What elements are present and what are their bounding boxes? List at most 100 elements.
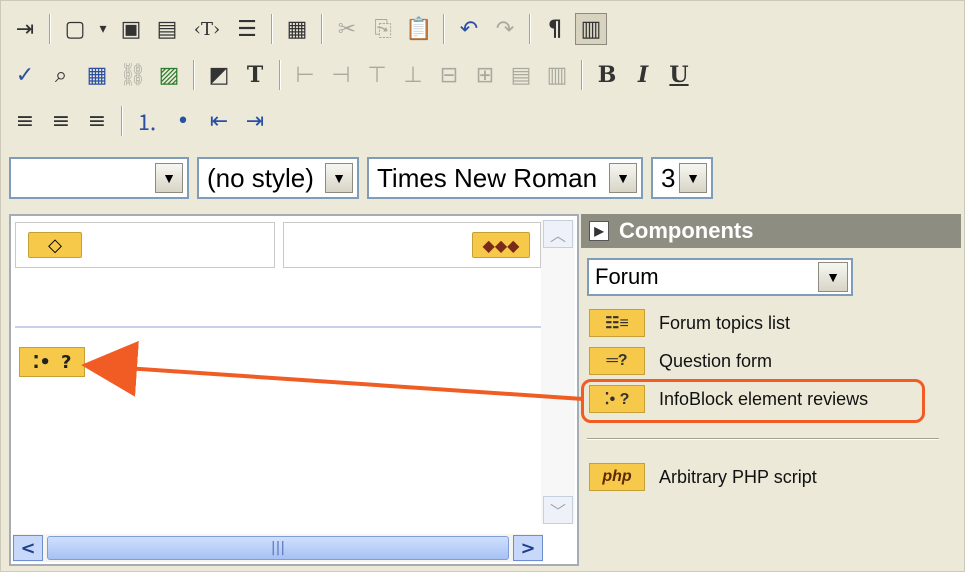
insert-image-icon[interactable]: ▨ (153, 59, 185, 91)
panel-divider (587, 438, 939, 440)
scroll-left-icon[interactable]: < (13, 535, 43, 561)
template-tag-icon[interactable]: ‹T› (187, 13, 227, 45)
component-label: Question form (659, 350, 773, 371)
template-cell-right[interactable]: ◆◆◆ (283, 222, 541, 268)
toolbar-separator (279, 60, 281, 90)
format-bar: ▼ (no style) ▼ Times New Roman ▼ 3 ▼ (9, 157, 713, 199)
paste-icon[interactable]: 📋 (403, 13, 435, 45)
toolbar-separator (581, 60, 583, 90)
inserted-reviews-component[interactable]: ⁚• ? (19, 347, 85, 377)
outdent-icon[interactable]: ⇤ (203, 105, 235, 137)
align-left-icon[interactable]: ≡ (9, 105, 41, 137)
dropdown-arrow-icon[interactable]: ▾ (95, 13, 111, 45)
insert-row-before-icon[interactable]: ⊢ (289, 59, 321, 91)
component-infoblock-element-reviews[interactable]: ⁚• ? InfoBlock element reviews (589, 384, 868, 414)
horizontal-scrollbar[interactable]: < ||| > (13, 534, 543, 562)
diamond-component-badge[interactable]: ◇ (28, 232, 82, 258)
bold-icon[interactable]: B (591, 59, 623, 91)
component-arbitrary-php-script[interactable]: php Arbitrary PHP script (589, 462, 817, 492)
insert-link-icon[interactable]: ⛓ (117, 59, 149, 91)
indent-icon[interactable]: ⇥ (239, 105, 271, 137)
paragraph-marks-icon[interactable]: ¶ (539, 13, 571, 45)
style-value: (no style) (207, 162, 314, 193)
undo-icon[interactable]: ↶ (453, 13, 485, 45)
spell-check-icon[interactable]: ✓ (9, 59, 41, 91)
new-document-icon[interactable]: ▢ (59, 13, 91, 45)
background-color-icon[interactable]: ◩ (203, 59, 235, 91)
template-cell-left[interactable]: ◇ (15, 222, 275, 268)
toolbar-separator (443, 14, 445, 44)
component-question-form[interactable]: ═? Question form (589, 346, 772, 376)
style-select[interactable]: (no style) ▼ (197, 157, 359, 199)
chevron-down-icon[interactable]: ▼ (818, 262, 848, 292)
font-family-select[interactable]: Times New Roman ▼ (367, 157, 643, 199)
scroll-thumb[interactable]: ||| (47, 536, 509, 560)
save-icon[interactable]: ▣ (115, 13, 147, 45)
insert-table-icon[interactable]: ▦ (81, 59, 113, 91)
component-label: InfoBlock element reviews (659, 388, 869, 409)
component-category-select[interactable]: Forum ▼ (587, 258, 853, 296)
scroll-up-icon[interactable]: ︿ (543, 220, 573, 248)
chevron-down-icon[interactable]: ▼ (679, 163, 707, 193)
text-color-icon[interactable]: T (239, 59, 271, 91)
multi-diamond-component-badge[interactable]: ◆◆◆ (472, 232, 530, 258)
toolbar-separator (121, 106, 123, 136)
font-family-value: Times New Roman (377, 162, 598, 193)
toolbar-separator (529, 14, 531, 44)
toolbar-row-3: ≡ ≡ ≡ ⒈ • ⇤ ⇥ (9, 99, 271, 143)
insert-row-after-icon[interactable]: ⊣ (325, 59, 357, 91)
component-category-value: Forum (595, 264, 659, 289)
dots-icon: ⁚• (32, 351, 51, 373)
insert-column-before-icon[interactable]: ⊤ (361, 59, 393, 91)
expand-toggle-icon[interactable]: ▶ (589, 221, 609, 241)
toolbar-separator (193, 60, 195, 90)
components-header[interactable]: ▶ Components (581, 214, 961, 248)
scroll-down-icon[interactable]: ﹀ (543, 496, 573, 524)
toolbar-row-1: ⇥ ▢ ▾ ▣ ▤ ‹T› ☰ ▦ ✂ ⎘ 📋 ↶ ↷ ¶ ▥ (9, 7, 607, 51)
show-borders-icon[interactable]: ▥ (575, 13, 607, 45)
delete-column-icon[interactable]: ⊞ (469, 59, 501, 91)
vertical-scrollbar[interactable]: ︿ ﹀ (541, 220, 575, 524)
toolbar-separator (49, 14, 51, 44)
save-as-icon[interactable]: ▤ (151, 13, 183, 45)
delete-row-icon[interactable]: ⊟ (433, 59, 465, 91)
toolbar-separator (271, 14, 273, 44)
template-header-row: ◇ ◆◆◆ (15, 222, 541, 268)
merge-cells-icon[interactable]: ▤ (505, 59, 537, 91)
copy-icon[interactable]: ⎘ (367, 13, 399, 45)
align-right-icon[interactable]: ≡ (81, 105, 113, 137)
cut-icon[interactable]: ✂ (331, 13, 363, 45)
chevron-down-icon[interactable]: ▼ (609, 163, 637, 193)
scroll-right-icon[interactable]: > (513, 535, 543, 561)
font-size-value: 3 (661, 162, 676, 193)
font-size-select[interactable]: 3 ▼ (651, 157, 713, 199)
find-icon[interactable]: ⌕ (45, 59, 77, 91)
underline-icon[interactable]: U (663, 59, 695, 91)
html-editor-window: ⇥ ▢ ▾ ▣ ▤ ‹T› ☰ ▦ ✂ ⎘ 📋 ↶ ↷ ¶ ▥ ✓ ⌕ ▦ ⛓ … (0, 0, 965, 572)
component-label: Forum topics list (659, 312, 791, 333)
align-center-icon[interactable]: ≡ (45, 105, 77, 137)
toolbar-separator (321, 14, 323, 44)
bullet-list-icon[interactable]: • (167, 105, 199, 137)
components-panel: ▶ Components Forum ▼ ☷≡ Forum topics lis… (581, 214, 961, 568)
page-source-icon[interactable]: ▦ (281, 13, 313, 45)
paragraph-format-select[interactable]: ▼ (9, 157, 189, 199)
insert-column-after-icon[interactable]: ⊥ (397, 59, 429, 91)
page-properties-icon[interactable]: ☰ (231, 13, 263, 45)
form-icon: ═? (589, 347, 645, 375)
editor-divider (15, 326, 541, 328)
php-icon: php (589, 463, 645, 491)
toolbar-row-2: ✓ ⌕ ▦ ⛓ ▨ ◩ T ⊢ ⊣ ⊤ ⊥ ⊟ ⊞ ▤ ▥ B I U (9, 53, 695, 97)
chevron-down-icon[interactable]: ▼ (155, 163, 183, 193)
editor-canvas[interactable]: ◇ ◆◆◆ ⁚• ? ︿ ﹀ < ||| > (9, 214, 579, 566)
component-label: Arbitrary PHP script (659, 466, 817, 487)
italic-icon[interactable]: I (627, 59, 659, 91)
redo-icon[interactable]: ↷ (489, 13, 521, 45)
ordered-list-icon[interactable]: ⒈ (131, 105, 163, 137)
question-icon: ? (60, 351, 72, 373)
exit-icon[interactable]: ⇥ (9, 13, 41, 45)
component-forum-topics-list[interactable]: ☷≡ Forum topics list (589, 308, 790, 338)
chevron-down-icon[interactable]: ▼ (325, 163, 353, 193)
split-cell-icon[interactable]: ▥ (541, 59, 573, 91)
reviews-icon: ⁚• ? (589, 385, 645, 413)
